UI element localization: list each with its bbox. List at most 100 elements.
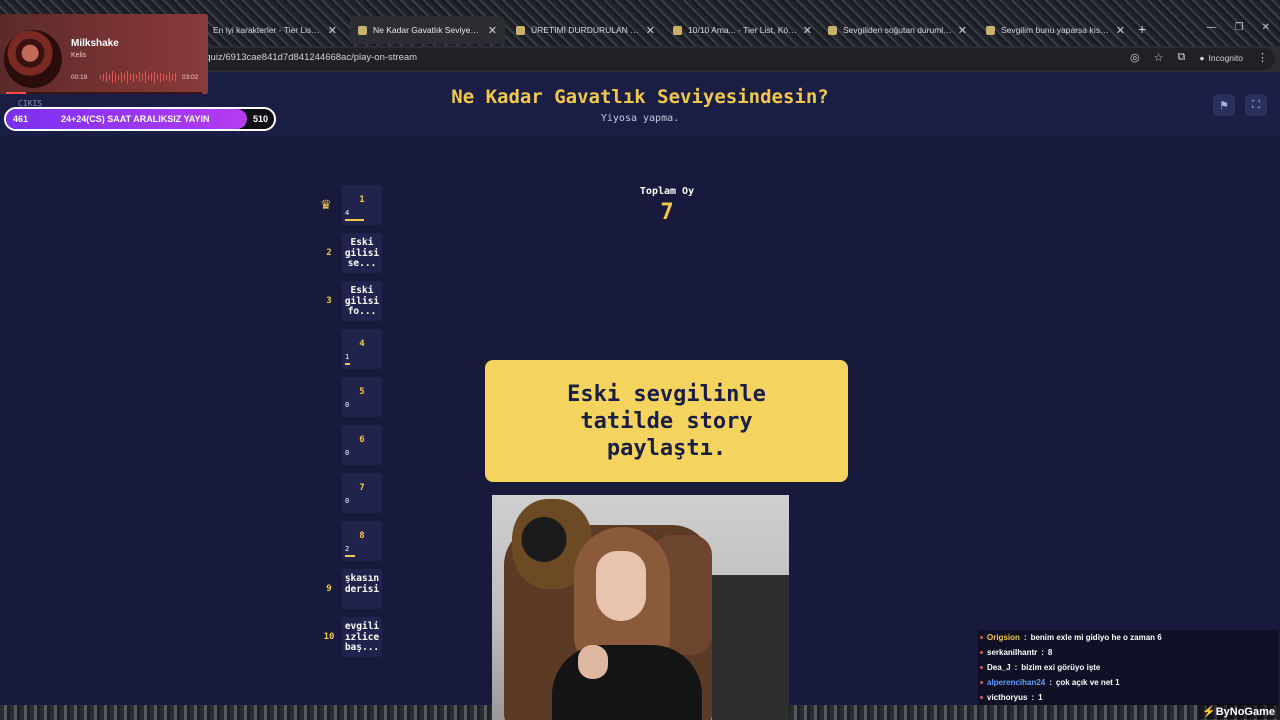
ranking-row: 14 [320,185,390,225]
tab-close-icon[interactable]: ✕ [646,24,655,37]
minimize-icon[interactable]: — [1207,22,1217,33]
ranking-card[interactable]: 60 [342,425,382,465]
chat-text: çok açık ve net 1 [1055,678,1120,687]
browser-tab[interactable]: Ne Kadar Gavatlık Seviyesindes ✕ [350,16,505,44]
ranking-item-label: 8 [359,531,365,541]
tab-close-icon[interactable]: ✕ [1116,24,1125,37]
extensions-icon[interactable]: ⧉ [1178,51,1186,64]
chat-separator: : [1041,648,1044,657]
ranking-item-label: 4 [359,339,365,349]
star-icon[interactable]: ☆ [1154,51,1164,64]
ranking-item-bar [345,363,350,365]
ranking-row: 60 [320,425,390,465]
browser-tab[interactable]: ÜRETİMİ DURDURULAN ESKİ A ✕ [508,16,663,44]
chat-overlay: Origsion: benim exle mi gidiyo he o zaman… [978,630,1278,705]
stream-screen: { "browser": { "tabs": [ {"title": "En S… [0,0,1280,720]
ranking-item-votes: 0 [345,401,350,409]
total-votes-value: 7 [660,200,674,225]
ranking-row: 2 Eski gilisi se... [320,233,390,273]
chat-badge-icon [980,651,983,654]
browser-tab[interactable]: 10/10 Ama... - Tier List, Kör Sıra ✕ [665,16,820,44]
question-card: Eski sevgilinle tatilde story paylaştı. [485,360,848,482]
tab-favicon-icon [516,25,525,35]
chat-text: 8 [1047,648,1053,657]
ranking-row: 9 şkasın derisi [320,569,390,609]
tab-title: En iyi karakterler - Tier List | Kör [213,25,322,35]
address-bar-actions: ◎ ☆ ⧉ ● Incognito ⋮ [1130,51,1268,64]
ranking-item-votes: 1 [345,353,350,361]
total-votes-label: Toplam Oy [639,186,695,197]
music-progress [6,92,202,94]
ranking-item-text: Eski gilisi fo... [344,285,380,317]
song-artist: Kelis [71,52,87,59]
ranking-item-votes: 4 [345,209,350,217]
chat-badge-icon [980,636,983,639]
tab-close-icon[interactable]: ✕ [958,24,967,37]
ranking-card[interactable]: evgili ızlice baş... [342,617,382,657]
tab-close-icon[interactable]: ✕ [488,24,497,37]
brand-text: ByNoGame [1215,706,1275,718]
tab-title: 10/10 Ama... - Tier List, Kör Sıra [688,25,797,35]
counter-left-value: 461 [13,114,29,124]
chat-username: Dea_J [987,663,1011,672]
elapsed-time: 00:19 [71,74,88,81]
browser-tab[interactable]: Sevgiliden soğutan durumlar - ✕ [820,16,975,44]
duration-time: 03:02 [182,74,199,81]
incognito-indicator[interactable]: ● Incognito [1199,53,1243,63]
ranking-item-votes: 2 [345,545,350,553]
window-controls: — ❐ ✕ [1207,22,1270,33]
cam-background [712,575,789,720]
restore-icon[interactable]: ❐ [1235,22,1244,33]
rank-number: 2 [326,248,332,258]
ranking-card[interactable]: 50 [342,377,382,417]
fullscreen-button[interactable]: ⛶ [1245,94,1267,116]
chat-message: alperencihan24: çok açık ve net 1 [978,675,1278,690]
ranking-card[interactable]: Eski gilisi fo... [342,281,382,321]
waveform-bar [109,74,110,80]
waveform-bar [124,73,125,81]
ranking-card[interactable]: 70 [342,473,382,513]
tab-favicon-icon [986,25,995,35]
chat-badge-icon [980,666,983,669]
waveform [100,70,176,84]
ranking-card[interactable]: şkasın derisi [342,569,382,609]
close-window-icon[interactable]: ✕ [1262,22,1270,33]
ranking-card[interactable]: 82 [342,521,382,561]
tab-close-icon[interactable]: ✕ [803,24,812,37]
waveform-bar [100,75,101,79]
waveform-bar [145,71,146,83]
music-widget: Milkshake Kelis 00:19 03:02 [0,14,208,94]
report-flag-button[interactable]: ⚑ [1213,94,1235,116]
waveform-bar [148,74,149,80]
waveform-bar [151,73,152,81]
browser-tab[interactable]: Sevgilim bunu yaparsa kıskanç ✕ [978,16,1133,44]
menu-icon[interactable]: ⋮ [1257,51,1268,64]
ranking-item-text: şkasın derisi [344,573,380,595]
chat-separator: : [1014,663,1018,672]
waveform-bar [163,73,164,81]
url-text[interactable]: t/quiz/6913cae841d7d841244668ac/play-on-… [200,52,417,63]
cam-streamer-body [552,645,702,720]
rank-number: 9 [326,584,332,594]
tab-favicon-icon [673,25,682,35]
browser-tab[interactable]: En iyi karakterler - Tier List | Kör ✕ [190,16,345,44]
chat-username: Origsion [987,633,1020,642]
waveform-bar [142,73,143,81]
ranking-item-votes: 0 [345,449,350,457]
new-tab-button[interactable]: + [1138,21,1146,37]
waveform-bar [130,74,131,80]
tab-close-icon[interactable]: ✕ [328,24,337,37]
ranking-row: 50 [320,377,390,417]
ranking-item-label: 6 [359,435,365,445]
ranking-card[interactable]: Eski gilisi se... [342,233,382,273]
ranking-card[interactable]: 14 [342,185,382,225]
waveform-bar [103,73,104,81]
waveform-bar [115,72,116,82]
waveform-bar [157,74,158,80]
flag-icon: ⚑ [1219,99,1229,112]
eye-off-icon[interactable]: ◎ [1130,51,1140,64]
ranking-card[interactable]: 41 [342,329,382,369]
waveform-bar [154,71,155,83]
waveform-bar [166,74,167,80]
ranking-item-bar [345,555,355,557]
